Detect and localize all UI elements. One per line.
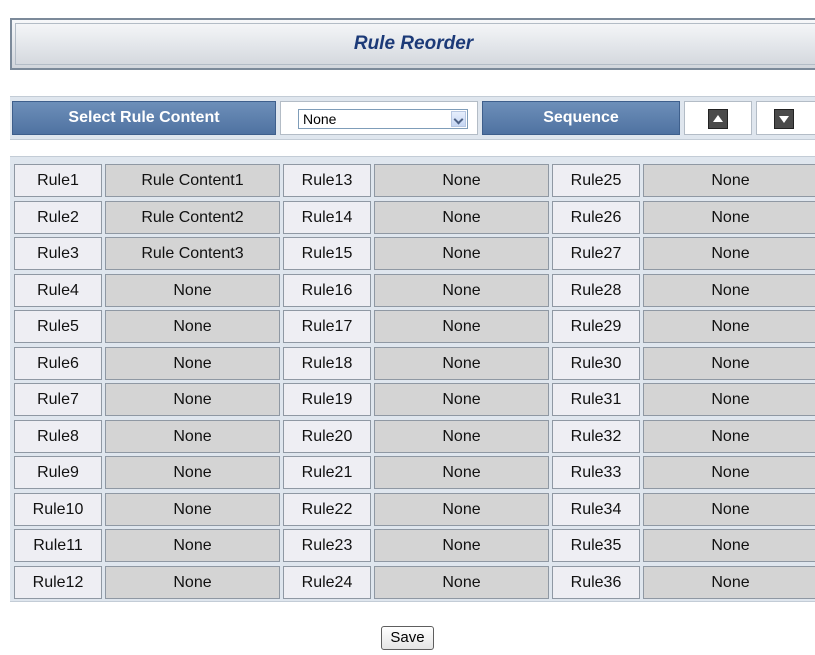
rule-content-cell[interactable]: None xyxy=(643,273,815,307)
rule-content-cell[interactable]: None xyxy=(374,492,549,526)
save-button[interactable]: Save xyxy=(381,626,434,650)
rule-name-cell[interactable]: Rule3 xyxy=(14,237,102,270)
rule-name-cell[interactable]: Rule33 xyxy=(552,456,640,489)
rule-content-cell[interactable]: None xyxy=(105,456,280,489)
rule-name-cell[interactable]: Rule14 xyxy=(283,200,371,234)
rule-name-cell[interactable]: Rule36 xyxy=(552,565,640,599)
rule-content-cell[interactable]: None xyxy=(643,237,815,270)
rule-content-cell[interactable]: Rule Content1 xyxy=(105,164,280,197)
rule-content-cell[interactable]: None xyxy=(643,164,815,197)
rule-name-cell[interactable]: Rule29 xyxy=(552,310,640,343)
rule-name-cell[interactable]: Rule18 xyxy=(283,346,371,380)
select-rule-content-label: Select Rule Content xyxy=(12,101,276,135)
move-down-button[interactable] xyxy=(774,109,794,129)
rule-name-cell[interactable]: Rule12 xyxy=(14,565,102,599)
rule-reorder-page: Rule Reorder Select Rule Content None Se… xyxy=(0,0,815,655)
move-up-container xyxy=(684,101,752,135)
rule-content-cell[interactable]: None xyxy=(374,200,549,234)
rule-name-cell[interactable]: Rule2 xyxy=(14,200,102,234)
select-container: None xyxy=(280,101,478,135)
rule-name-cell[interactable]: Rule10 xyxy=(14,492,102,526)
rule-name-cell[interactable]: Rule9 xyxy=(14,456,102,489)
rule-content-select[interactable]: None xyxy=(298,109,468,129)
rule-content-cell[interactable]: None xyxy=(643,565,815,599)
arrow-up-icon xyxy=(713,115,723,122)
rule-name-cell[interactable]: Rule27 xyxy=(552,237,640,270)
rule-name-cell[interactable]: Rule25 xyxy=(552,164,640,197)
rule-content-cell[interactable]: None xyxy=(105,346,280,380)
rule-name-cell[interactable]: Rule31 xyxy=(552,383,640,416)
rule-name-cell[interactable]: Rule35 xyxy=(552,529,640,562)
rule-content-cell[interactable]: None xyxy=(374,164,549,197)
rule-name-cell[interactable]: Rule5 xyxy=(14,310,102,343)
rule-content-cell[interactable]: None xyxy=(105,383,280,416)
rule-name-cell[interactable]: Rule23 xyxy=(283,529,371,562)
rule-content-select-value: None xyxy=(303,111,337,127)
rule-content-cell[interactable]: None xyxy=(643,456,815,489)
rule-name-cell[interactable]: Rule4 xyxy=(14,273,102,307)
rule-name-cell[interactable]: Rule32 xyxy=(552,419,640,453)
rules-panel: Rule1 Rule Content1 Rule13 None Rule25 None Ru… xyxy=(10,156,815,602)
rule-content-cell[interactable]: None xyxy=(643,310,815,343)
rule-content-cell[interactable]: Rule Content3 xyxy=(105,237,280,270)
rule-name-cell[interactable]: Rule13 xyxy=(283,164,371,197)
rule-content-cell[interactable]: None xyxy=(374,310,549,343)
rule-content-cell[interactable]: None xyxy=(374,565,549,599)
arrow-down-icon xyxy=(779,116,789,123)
rules-grid: Rule1 Rule Content1 Rule13 None Rule25 None Ru… xyxy=(14,164,815,599)
rule-name-cell[interactable]: Rule21 xyxy=(283,456,371,489)
control-row: Select Rule Content None Sequence xyxy=(10,96,815,140)
rule-content-cell[interactable]: None xyxy=(374,346,549,380)
rule-content-cell[interactable]: None xyxy=(643,383,815,416)
rule-name-cell[interactable]: Rule15 xyxy=(283,237,371,270)
rule-name-cell[interactable]: Rule20 xyxy=(283,419,371,453)
rule-content-cell[interactable]: None xyxy=(643,419,815,453)
rule-name-cell[interactable]: Rule16 xyxy=(283,273,371,307)
save-area: Save xyxy=(0,626,815,650)
chevron-down-icon[interactable] xyxy=(451,111,466,127)
move-down-container xyxy=(756,101,815,135)
rule-content-cell[interactable]: None xyxy=(105,310,280,343)
rule-name-cell[interactable]: Rule6 xyxy=(14,346,102,380)
rule-content-cell[interactable]: None xyxy=(374,383,549,416)
rule-content-cell[interactable]: Rule Content2 xyxy=(105,200,280,234)
rule-content-cell[interactable]: None xyxy=(374,456,549,489)
rule-content-cell[interactable]: None xyxy=(643,200,815,234)
rule-name-cell[interactable]: Rule11 xyxy=(14,529,102,562)
rule-name-cell[interactable]: Rule30 xyxy=(552,346,640,380)
rule-content-cell[interactable]: None xyxy=(643,346,815,380)
rule-name-cell[interactable]: Rule8 xyxy=(14,419,102,453)
rule-content-cell[interactable]: None xyxy=(643,529,815,562)
move-up-button[interactable] xyxy=(708,109,728,129)
rule-content-cell[interactable]: None xyxy=(374,237,549,270)
rule-name-cell[interactable]: Rule7 xyxy=(14,383,102,416)
rule-content-cell[interactable]: None xyxy=(374,273,549,307)
rule-name-cell[interactable]: Rule28 xyxy=(552,273,640,307)
rule-content-cell[interactable]: None xyxy=(105,492,280,526)
rule-name-cell[interactable]: Rule22 xyxy=(283,492,371,526)
rule-content-cell[interactable]: None xyxy=(374,419,549,453)
title-bar: Rule Reorder xyxy=(10,18,815,70)
rule-name-cell[interactable]: Rule1 xyxy=(14,164,102,197)
rule-content-cell[interactable]: None xyxy=(105,529,280,562)
rule-name-cell[interactable]: Rule24 xyxy=(283,565,371,599)
rule-name-cell[interactable]: Rule19 xyxy=(283,383,371,416)
page-title: Rule Reorder xyxy=(353,33,474,54)
rule-content-cell[interactable]: None xyxy=(643,492,815,526)
rule-name-cell[interactable]: Rule26 xyxy=(552,200,640,234)
rule-content-cell[interactable]: None xyxy=(105,419,280,453)
rule-content-cell[interactable]: None xyxy=(105,273,280,307)
sequence-label: Sequence xyxy=(482,101,680,135)
rule-name-cell[interactable]: Rule17 xyxy=(283,310,371,343)
rule-name-cell[interactable]: Rule34 xyxy=(552,492,640,526)
rule-content-cell[interactable]: None xyxy=(105,565,280,599)
rule-content-cell[interactable]: None xyxy=(374,529,549,562)
